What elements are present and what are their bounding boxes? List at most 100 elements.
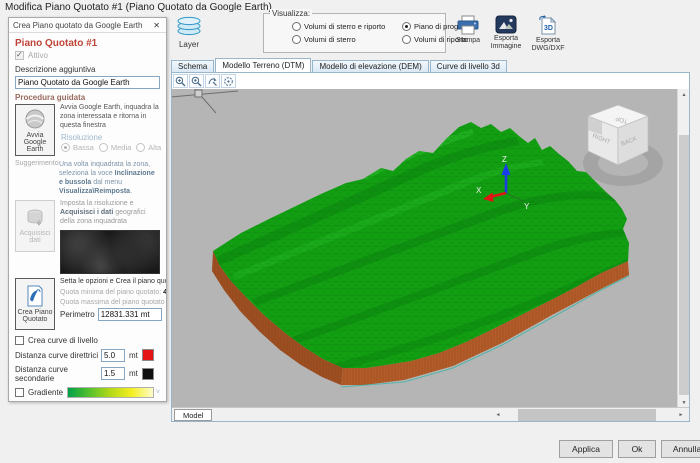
dist-direttrici-input[interactable] (101, 349, 125, 362)
radio-circle (292, 35, 301, 44)
direttrici-color-swatch[interactable] (142, 349, 154, 361)
view-tabs: Schema Modello Terreno (DTM) Modello di … (171, 58, 508, 73)
blue-document-icon (25, 285, 45, 309)
avvia-button-label: Avvia Google Earth (16, 132, 54, 153)
quota-min-label: Quota minima del piano quotato: (60, 289, 161, 296)
ucs-axis-icon (172, 89, 238, 113)
annulla-button[interactable]: Annulla (661, 440, 700, 458)
dist-secondarie-input[interactable] (101, 367, 125, 380)
ok-button[interactable]: Ok (618, 440, 656, 458)
esporta-dwg-label: Esporta DWG/DXF (528, 37, 568, 53)
horizontal-scroll-thumb[interactable] (518, 409, 656, 421)
risoluzione-label: Risoluzione (61, 133, 161, 142)
acquisisci-dati-button[interactable]: Acquisisci dati (15, 200, 55, 252)
scroll-right-arrow[interactable]: ► (675, 409, 687, 421)
perimetro-input[interactable] (98, 308, 162, 321)
secondarie-color-swatch[interactable] (142, 368, 154, 380)
axis-z-label: Z (502, 155, 507, 164)
zoom-window-icon (191, 76, 202, 87)
layer-button-label: Layer (172, 40, 206, 49)
acquisisci-description: Imposta la risoluzione e Acquisisci i da… (60, 200, 160, 226)
gradiente-checkbox[interactable] (15, 388, 24, 397)
applica-button[interactable]: Applica (559, 440, 613, 458)
layers-icon (175, 31, 203, 40)
tab-modello-terreno-dtm[interactable]: Modello Terreno (DTM) (215, 58, 311, 73)
dist-direttrici-unit: mt (129, 351, 138, 360)
database-download-icon (25, 208, 45, 230)
zoom-previous-button[interactable] (205, 74, 220, 88)
radio-circle (402, 35, 411, 44)
orbit-icon (223, 76, 234, 87)
svg-text:3D: 3D (544, 25, 553, 32)
layer-button[interactable]: Layer (172, 16, 206, 56)
quota-max-label: Quota massima del piano quotato (60, 299, 165, 306)
piano-quotato-heading: Piano Quotato #1 (15, 38, 160, 49)
window-title: Modifica Piano Quotato #1 (Piano Quotato… (5, 2, 272, 13)
esporta-immagine-button[interactable]: Esporta Immagine (486, 15, 526, 51)
crea-piano-quotato-button[interactable]: Crea Piano Quotato (15, 278, 55, 330)
scroll-up-arrow[interactable]: ▲ (678, 89, 690, 101)
esporta-immagine-label: Esporta Immagine (486, 35, 526, 51)
attivo-checkbox[interactable] (15, 51, 24, 60)
crea-description: Setta le opzioni e Crea il piano quotato (60, 278, 167, 287)
radio-circle (292, 22, 301, 31)
radio-media[interactable]: Media (99, 143, 131, 152)
radio-label: Volumi di sterro e riporto (304, 22, 385, 31)
axis-y-label: Y (524, 202, 530, 211)
radio-alta[interactable]: Alta (136, 143, 161, 152)
crea-piano-quotato-panel: Crea Piano quotato da Google Earth ✕ Pia… (8, 17, 167, 402)
scroll-left-arrow[interactable]: ◄ (492, 409, 504, 421)
stampa-button[interactable]: Stampa (448, 15, 488, 45)
terrain-3d-model: X Y Z TOP RIGHT BACK (172, 89, 677, 409)
viewport-vertical-scrollbar[interactable]: ▲ ▼ (677, 89, 689, 409)
back-arrow-icon (207, 76, 218, 87)
dist-secondarie-unit: mt (129, 369, 138, 378)
stampa-label: Stampa (448, 37, 488, 45)
model-bar: Model ◄ ► (172, 407, 689, 421)
gradient-color-bar[interactable] (67, 387, 154, 398)
viewport-toolbar (173, 74, 237, 89)
dtm-tab-page: X Y Z TOP RIGHT BACK ▲ ▼ Model (171, 72, 690, 422)
quota-min-value: 401.5 (163, 287, 167, 296)
google-earth-icon (24, 108, 46, 132)
radio-bassa[interactable]: Bassa (61, 143, 94, 152)
zoom-in-button[interactable] (173, 74, 188, 88)
dist-secondarie-label: Distanza curve secondarie (15, 365, 101, 383)
axis-x-label: X (476, 186, 482, 195)
avvia-google-earth-button[interactable]: Avvia Google Earth (15, 104, 55, 156)
esporta-dwg-button[interactable]: 3D Esporta DWG/DXF (528, 15, 568, 53)
zoom-in-icon (175, 76, 186, 87)
radio-label: Volumi di sterro (304, 35, 356, 44)
model-space-tab[interactable]: Model (174, 409, 212, 421)
dwg-3d-file-icon: 3D (528, 15, 568, 36)
radio-circle-selected (402, 22, 411, 31)
terrain-3d-viewport[interactable]: X Y Z TOP RIGHT BACK (172, 89, 677, 409)
vertical-scroll-thumb[interactable] (679, 135, 689, 395)
panel-title: Crea Piano quotato da Google Earth (13, 21, 151, 30)
dist-direttrici-label: Distanza curve direttrici (15, 351, 101, 360)
gradiente-label: Gradiente (28, 388, 63, 397)
satellite-preview-image (60, 230, 160, 274)
descrizione-input[interactable] (15, 76, 160, 89)
descrizione-label: Descrizione aggiuntiva (15, 65, 96, 74)
image-icon (486, 15, 526, 34)
close-icon[interactable]: ✕ (151, 21, 162, 30)
crea-curve-label: Crea curve di livello (28, 336, 98, 345)
printer-icon (448, 15, 488, 36)
visualizza-groupbox: Visualizza: Volumi di sterro e riporto P… (263, 13, 446, 53)
attivo-label: Attivo (28, 51, 48, 60)
suggerimento-text: Una volta inquadrata la zona, seleziona … (59, 160, 160, 196)
crea-curve-checkbox[interactable] (15, 336, 24, 345)
zoom-window-button[interactable] (189, 74, 204, 88)
crea-button-label: Crea Piano Quotato (16, 309, 54, 323)
suggerimento-label: Suggerimento (15, 160, 59, 167)
procedura-guidata-label: Procedura guidata (15, 93, 85, 102)
radio-volumi-sterro[interactable]: Volumi di sterro (292, 35, 402, 44)
chevron-down-icon[interactable]: ˅ (156, 389, 160, 396)
avvia-description: Avvia Google Earth, inquadra la zona int… (60, 104, 161, 130)
view-cube[interactable]: TOP RIGHT BACK (583, 105, 663, 186)
radio-volumi-sterro-riporto[interactable]: Volumi di sterro e riporto (292, 22, 402, 31)
orbit-button[interactable] (221, 74, 236, 88)
perimetro-label: Perimetro (60, 310, 95, 319)
visualizza-group-label: Visualizza: (270, 9, 312, 18)
